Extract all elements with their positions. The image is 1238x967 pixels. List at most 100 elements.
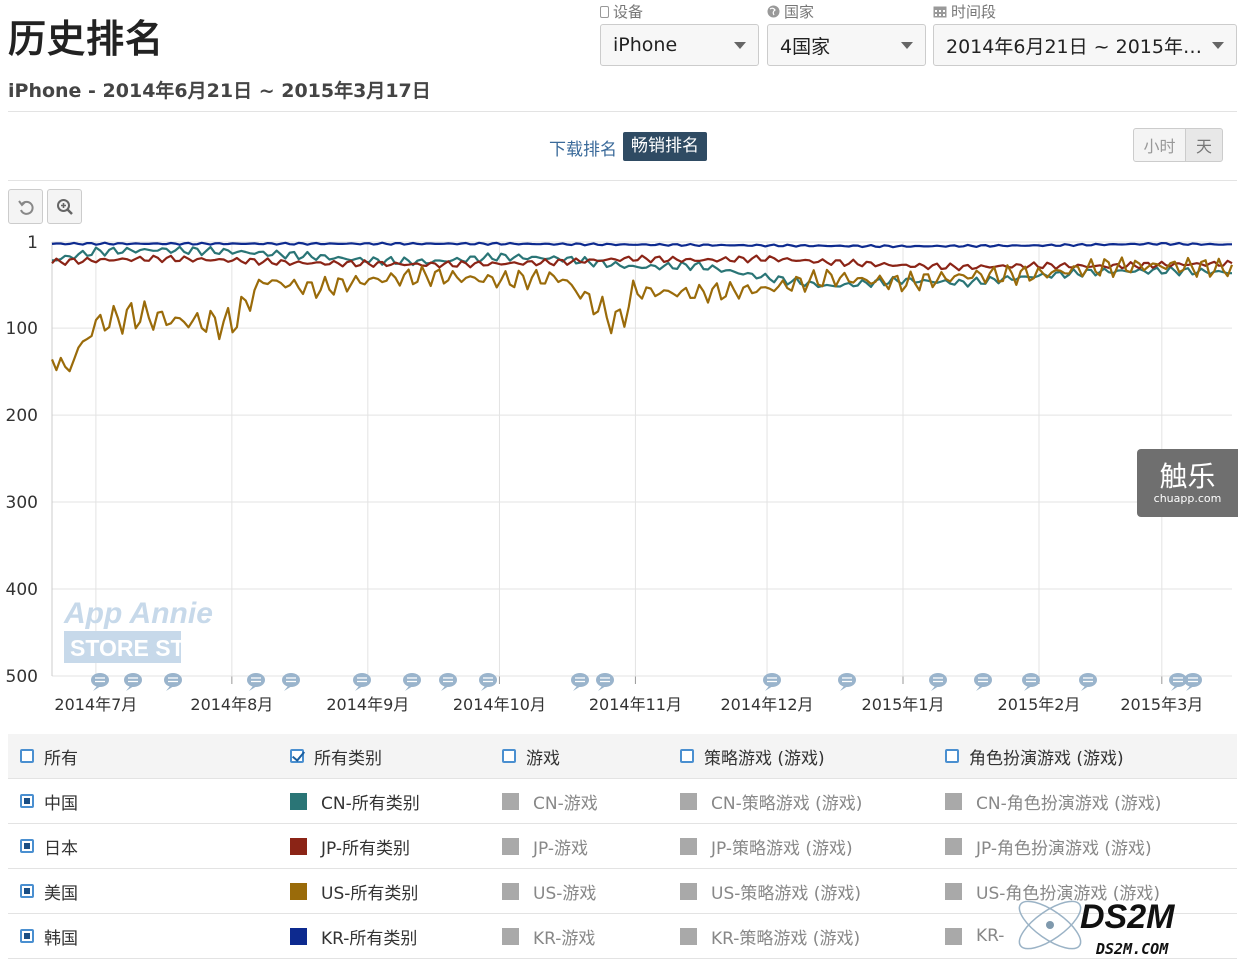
checkbox-selected[interactable] <box>20 839 34 853</box>
checkbox-selected[interactable] <box>20 884 34 898</box>
bubble-shape <box>124 673 142 687</box>
divider <box>8 180 1237 181</box>
bubble-shape <box>91 673 109 687</box>
bubble-shape <box>929 673 947 687</box>
series-label: US-策略游戏 (游戏) <box>711 883 862 904</box>
event-marker-icon[interactable] <box>838 673 856 691</box>
checkbox-checked[interactable] <box>290 749 304 763</box>
legend-header-rpg[interactable]: 角色扮演游戏 (游戏) <box>945 734 1124 778</box>
x-tick-label: 2015年1月 <box>862 695 945 714</box>
legend-series-toggle[interactable]: JP-所有类别 <box>290 824 410 868</box>
chevron-down-icon <box>901 41 913 49</box>
color-swatch <box>680 792 697 810</box>
event-marker-icon[interactable] <box>571 673 589 691</box>
event-marker-icon[interactable] <box>479 673 497 691</box>
event-marker-icon[interactable] <box>439 673 457 691</box>
x-tick-label: 2014年7月 <box>54 695 137 714</box>
legend-series-toggle[interactable]: US-游戏 <box>502 869 596 913</box>
legend-country[interactable]: 日本 <box>20 824 78 868</box>
event-marker-icon[interactable] <box>164 673 182 691</box>
country-label: 美国 <box>44 883 78 904</box>
legend-series-toggle[interactable]: CN-策略游戏 (游戏) <box>680 779 862 823</box>
event-marker-icon[interactable] <box>353 673 371 691</box>
granularity-hour-button[interactable]: 小时 <box>1133 128 1186 162</box>
legend-header-all[interactable]: 所有 <box>20 734 78 778</box>
event-marker-icon[interactable] <box>403 673 421 691</box>
country-select[interactable]: 4国家 <box>767 24 926 66</box>
chuapp-watermark: 触乐 chuapp.com <box>1137 449 1238 517</box>
color-swatch <box>502 882 519 900</box>
x-axis: 2014年7月 2014年8月 2014年9月 2014年10月 2014年11月 201… <box>54 695 1203 714</box>
zoom-button[interactable] <box>47 189 82 224</box>
legend-series-toggle[interactable]: JP-策略游戏 (游戏) <box>680 824 853 868</box>
bubble-tail <box>765 686 773 691</box>
color-swatch <box>290 927 307 945</box>
checkbox[interactable] <box>20 749 34 763</box>
legend-header-games[interactable]: 游戏 <box>502 734 560 778</box>
series-label: US-所有类别 <box>321 883 419 904</box>
legend-series-toggle[interactable]: CN-所有类别 <box>290 779 420 823</box>
legend-header-all-categories[interactable]: 所有类别 <box>290 734 382 778</box>
checkbox-selected[interactable] <box>20 794 34 808</box>
legend-row: 日本 JP-所有类别 JP-游戏 JP-策略游戏 (游戏) JP-角色扮演游戏 (游戏) <box>8 824 1237 869</box>
reset-zoom-button[interactable] <box>8 189 43 224</box>
bubble-shape <box>1022 673 1040 687</box>
legend-series-toggle[interactable]: JP-游戏 <box>502 824 588 868</box>
legend-series-toggle[interactable]: CN-游戏 <box>502 779 598 823</box>
checkbox[interactable] <box>502 749 516 763</box>
granularity-day-button[interactable]: 天 <box>1185 128 1223 162</box>
svg-text:App Annie: App Annie <box>63 597 213 630</box>
checkbox[interactable] <box>680 749 694 763</box>
x-tick-label: 2015年2月 <box>998 695 1081 714</box>
y-tick-label: 200 <box>6 406 38 426</box>
x-tick-label: 2014年12月 <box>720 695 813 714</box>
country-label: 中国 <box>44 793 78 814</box>
period-select[interactable]: 2014年6月21日 ~ 2015年3... <box>933 24 1237 66</box>
event-marker-icon[interactable] <box>1022 673 1040 691</box>
event-marker-icon[interactable] <box>124 673 142 691</box>
legend-series-toggle[interactable]: KR-游戏 <box>502 914 595 958</box>
bubble-shape <box>974 673 992 687</box>
legend-country[interactable]: 韩国 <box>20 914 78 958</box>
event-marker-icon[interactable] <box>247 673 265 691</box>
event-marker-icon[interactable] <box>596 673 614 691</box>
country-label: 日本 <box>44 838 78 859</box>
legend-series-toggle[interactable]: CN-角色扮演游戏 (游戏) <box>945 779 1161 823</box>
event-marker-icon[interactable] <box>1169 673 1187 691</box>
legend-series-toggle[interactable]: US-策略游戏 (游戏) <box>680 869 861 913</box>
color-swatch <box>502 837 519 855</box>
legend-series-toggle[interactable]: US-所有类别 <box>290 869 418 913</box>
legend-series-toggle[interactable]: KR-策略游戏 (游戏) <box>680 914 860 958</box>
bubble-shape <box>353 673 371 687</box>
checkbox[interactable] <box>945 749 959 763</box>
x-tick-label: 2015年3月 <box>1120 695 1203 714</box>
bubble-tail <box>976 686 984 691</box>
event-marker-icon[interactable] <box>1079 673 1097 691</box>
event-marker-icon[interactable] <box>1184 673 1202 691</box>
event-marker-icon[interactable] <box>974 673 992 691</box>
series-label: KR-所有类别 <box>321 928 418 949</box>
legend-country[interactable]: 中国 <box>20 779 78 823</box>
ds2m-watermark: DS2M DS2M.COM <box>1018 898 1175 958</box>
color-swatch <box>945 837 962 855</box>
bubble-shape <box>282 673 300 687</box>
legend-series-toggle[interactable]: KR- <box>945 914 1004 958</box>
legend-header-strategy[interactable]: 策略游戏 (游戏) <box>680 734 825 778</box>
event-marker-icon[interactable] <box>929 673 947 691</box>
series-label: CN-所有类别 <box>321 793 420 814</box>
legend-series-toggle[interactable]: JP-角色扮演游戏 (游戏) <box>945 824 1152 868</box>
legend-country[interactable]: 美国 <box>20 869 78 913</box>
event-marker-icon[interactable] <box>282 673 300 691</box>
checkbox-selected[interactable] <box>20 929 34 943</box>
legend-series-toggle[interactable]: KR-所有类别 <box>290 914 417 958</box>
event-marker-icon[interactable] <box>763 673 781 691</box>
tab-download-ranking[interactable]: 下载排名 <box>549 135 617 160</box>
tab-grossing-ranking[interactable]: 畅销排名 <box>623 132 707 161</box>
bubble-shape <box>439 673 457 687</box>
color-swatch <box>680 882 697 900</box>
country-label: 韩国 <box>44 928 78 949</box>
svg-text:DS2M: DS2M <box>1080 898 1175 936</box>
event-marker-icon[interactable] <box>91 673 109 691</box>
ranking-chart[interactable]: 1100200300400500 2014年7月 2014年8月 2014年9月 20… <box>0 228 1238 728</box>
device-select[interactable]: iPhone <box>600 24 759 66</box>
